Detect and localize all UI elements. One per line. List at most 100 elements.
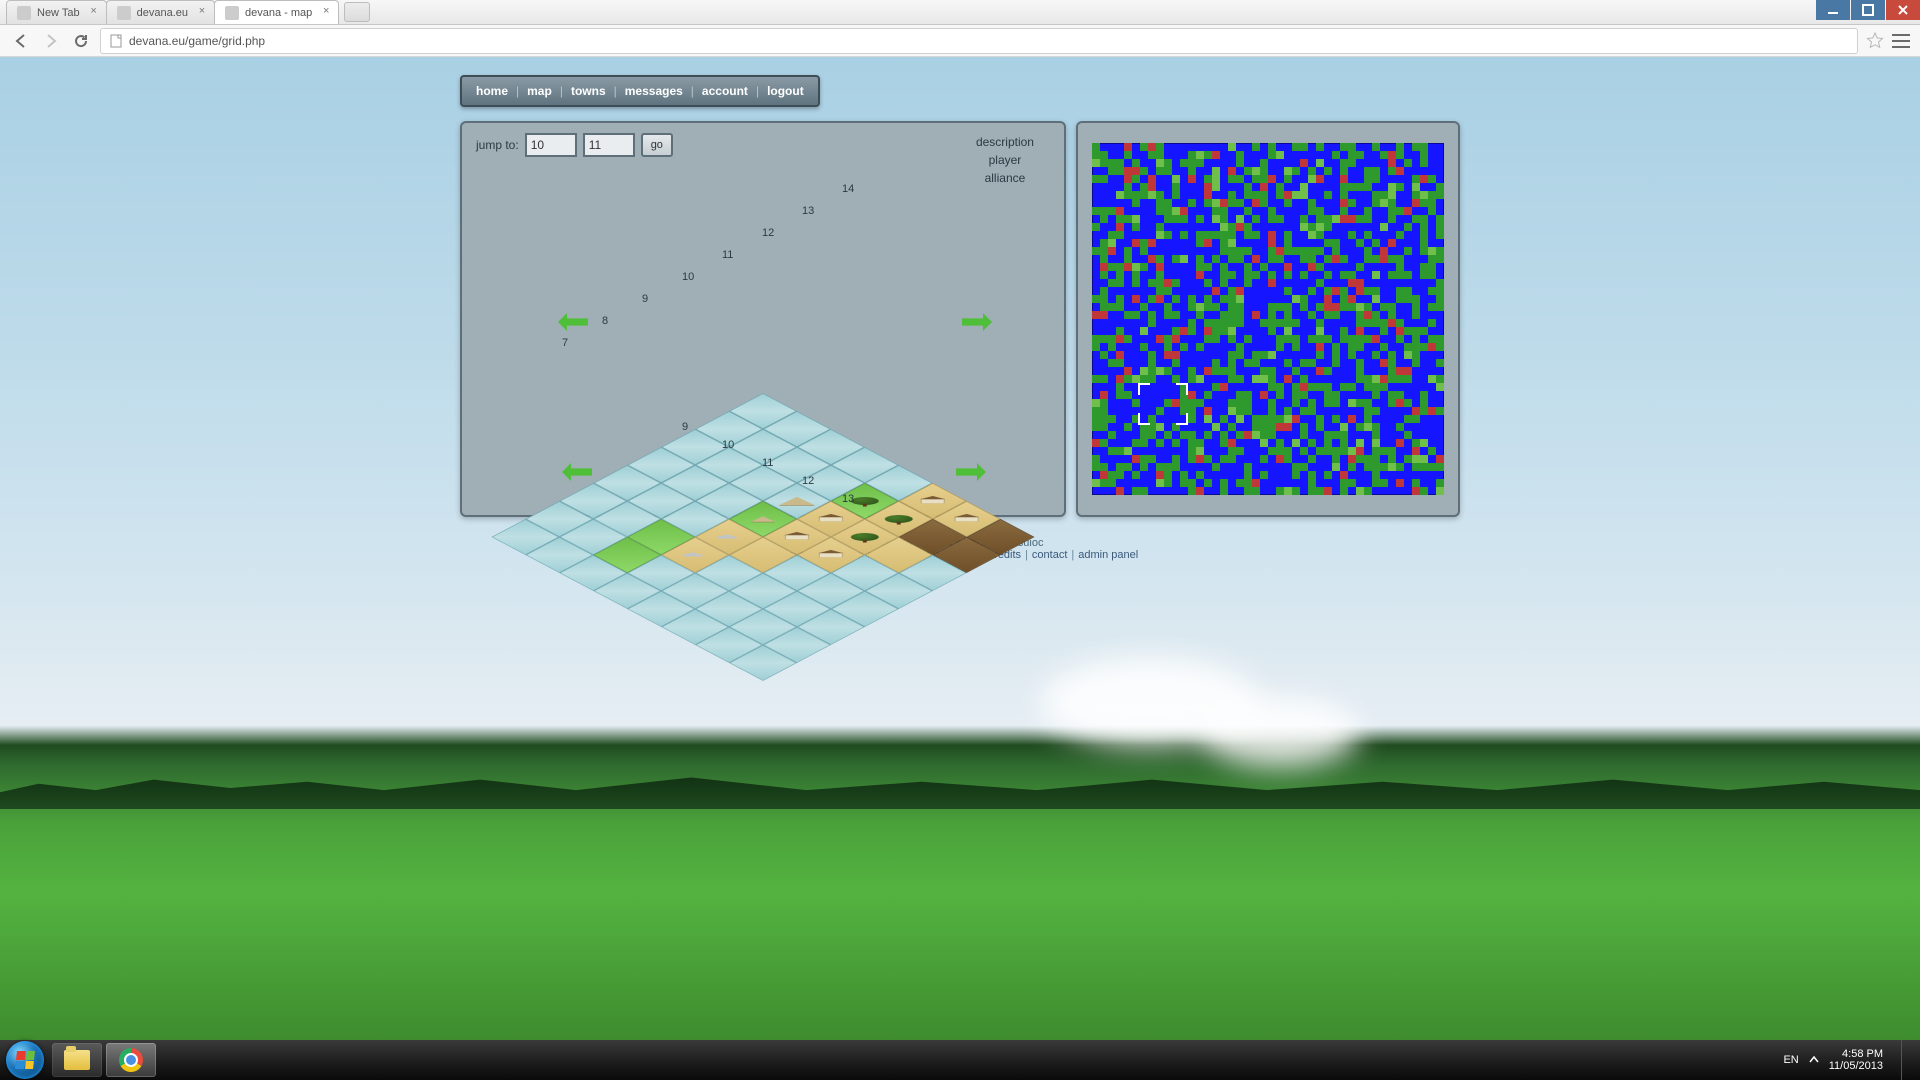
show-desktop-button[interactable] bbox=[1901, 1040, 1912, 1080]
map-tile[interactable] bbox=[729, 537, 797, 573]
mountain-icon bbox=[779, 497, 815, 505]
chrome-icon bbox=[119, 1048, 143, 1072]
nav-map[interactable]: map bbox=[521, 84, 558, 98]
minimap-panel bbox=[1076, 121, 1460, 517]
map-tile[interactable] bbox=[763, 627, 831, 663]
info-alliance: alliance bbox=[976, 169, 1034, 187]
bookmark-star-icon[interactable] bbox=[1866, 32, 1884, 50]
mountain-icon bbox=[751, 516, 775, 522]
system-tray: EN 4:58 PM 11/05/2013 bbox=[1775, 1040, 1920, 1080]
favicon bbox=[225, 6, 239, 20]
game-content: home|map|towns|messages|account|logout j… bbox=[460, 57, 1460, 561]
coord-label: 11 bbox=[722, 249, 733, 261]
window-minimize[interactable] bbox=[1816, 0, 1850, 20]
minimap[interactable] bbox=[1092, 143, 1444, 495]
map-tile[interactable] bbox=[695, 627, 763, 663]
folder-icon bbox=[64, 1050, 90, 1070]
jump-go-button[interactable]: go bbox=[641, 133, 673, 157]
window-close[interactable] bbox=[1886, 0, 1920, 20]
game-nav: home|map|towns|messages|account|logout bbox=[460, 75, 820, 107]
start-button[interactable] bbox=[6, 1041, 44, 1079]
nav-messages[interactable]: messages bbox=[619, 84, 689, 98]
jump-x-input[interactable] bbox=[525, 133, 577, 157]
jump-form: jump to: go bbox=[476, 133, 673, 157]
hut-icon bbox=[785, 534, 809, 539]
tab-title: New Tab bbox=[37, 7, 80, 19]
map-tile[interactable] bbox=[695, 555, 763, 591]
map-tile[interactable] bbox=[661, 573, 729, 609]
rocks-icon bbox=[683, 553, 707, 557]
tray-clock[interactable]: 4:58 PM 11/05/2013 bbox=[1829, 1048, 1891, 1072]
chrome-menu-icon[interactable] bbox=[1892, 34, 1910, 48]
nav-home[interactable]: home bbox=[470, 84, 514, 98]
map-tile[interactable] bbox=[763, 555, 831, 591]
jump-y-input[interactable] bbox=[583, 133, 635, 157]
hut-icon bbox=[921, 499, 945, 504]
map-tile[interactable] bbox=[661, 537, 729, 573]
map-tile[interactable] bbox=[865, 573, 933, 609]
favicon bbox=[117, 6, 131, 20]
browser-window: New Tab × devana.eu × devana - map × devana.e… bbox=[0, 0, 1920, 1040]
map-tile[interactable] bbox=[729, 573, 797, 609]
info-player: player bbox=[976, 151, 1034, 169]
page-icon bbox=[109, 34, 123, 48]
coord-label: 7 bbox=[562, 337, 568, 349]
back-button[interactable] bbox=[10, 30, 32, 52]
reload-button[interactable] bbox=[70, 30, 92, 52]
nav-account[interactable]: account bbox=[696, 84, 754, 98]
browser-tab-1[interactable]: devana.eu × bbox=[106, 0, 215, 24]
forward-button[interactable] bbox=[40, 30, 62, 52]
map-tile[interactable] bbox=[729, 645, 797, 681]
map-tile[interactable] bbox=[661, 609, 729, 645]
coord-label: 12 bbox=[762, 227, 774, 239]
coord-label: 13 bbox=[802, 205, 814, 217]
map-tile[interactable] bbox=[729, 609, 797, 645]
taskbar-explorer[interactable] bbox=[52, 1043, 102, 1077]
browser-tab-0[interactable]: New Tab × bbox=[6, 0, 107, 24]
map-tile[interactable] bbox=[627, 555, 695, 591]
tree-icon bbox=[885, 515, 913, 523]
tile-info: description player alliance bbox=[976, 133, 1034, 187]
nav-towns[interactable]: towns bbox=[565, 84, 612, 98]
map-tile[interactable] bbox=[831, 555, 899, 591]
scroll-se-arrow[interactable] bbox=[956, 463, 986, 481]
tree-icon bbox=[851, 497, 879, 505]
map-tile[interactable] bbox=[763, 591, 831, 627]
map-tile[interactable] bbox=[797, 537, 865, 573]
taskbar-chrome[interactable] bbox=[106, 1043, 156, 1077]
map-tile[interactable] bbox=[627, 591, 695, 627]
map-tile[interactable] bbox=[797, 609, 865, 645]
page-viewport: home|map|towns|messages|account|logout j… bbox=[0, 57, 1920, 1040]
map-tile[interactable] bbox=[797, 573, 865, 609]
map-tile[interactable] bbox=[593, 537, 661, 573]
tab-close-icon[interactable]: × bbox=[88, 6, 100, 18]
tray-expand-icon[interactable] bbox=[1809, 1055, 1819, 1065]
tab-close-icon[interactable]: × bbox=[320, 6, 332, 18]
tab-title: devana - map bbox=[245, 7, 312, 19]
coord-label: 8 bbox=[602, 315, 608, 327]
url-text: devana.eu/game/grid.php bbox=[129, 34, 265, 48]
map-tile[interactable] bbox=[831, 591, 899, 627]
map-tile[interactable] bbox=[593, 573, 661, 609]
address-bar[interactable]: devana.eu/game/grid.php bbox=[100, 28, 1858, 54]
tab-close-icon[interactable]: × bbox=[196, 6, 208, 18]
tab-title: devana.eu bbox=[137, 7, 188, 19]
footer-link-contact[interactable]: contact bbox=[1032, 549, 1067, 561]
info-description: description bbox=[976, 133, 1034, 151]
hut-icon bbox=[819, 516, 843, 521]
window-maximize[interactable] bbox=[1851, 0, 1885, 20]
nav-logout[interactable]: logout bbox=[761, 84, 810, 98]
map-tile[interactable] bbox=[695, 591, 763, 627]
tray-language[interactable]: EN bbox=[1783, 1054, 1798, 1066]
browser-tab-2[interactable]: devana - map × bbox=[214, 0, 339, 24]
coord-label: 9 bbox=[642, 293, 648, 305]
hut-icon bbox=[819, 552, 843, 557]
hut-icon bbox=[955, 516, 979, 521]
scroll-ne-arrow[interactable] bbox=[962, 313, 992, 331]
tree-icon bbox=[851, 533, 879, 541]
map-tile[interactable] bbox=[865, 537, 933, 573]
footer-link-admin-panel[interactable]: admin panel bbox=[1078, 549, 1138, 561]
scroll-nw-arrow[interactable] bbox=[558, 313, 588, 331]
new-tab-button[interactable] bbox=[344, 2, 370, 22]
map-panel: jump to: go description player alliance bbox=[460, 121, 1066, 517]
